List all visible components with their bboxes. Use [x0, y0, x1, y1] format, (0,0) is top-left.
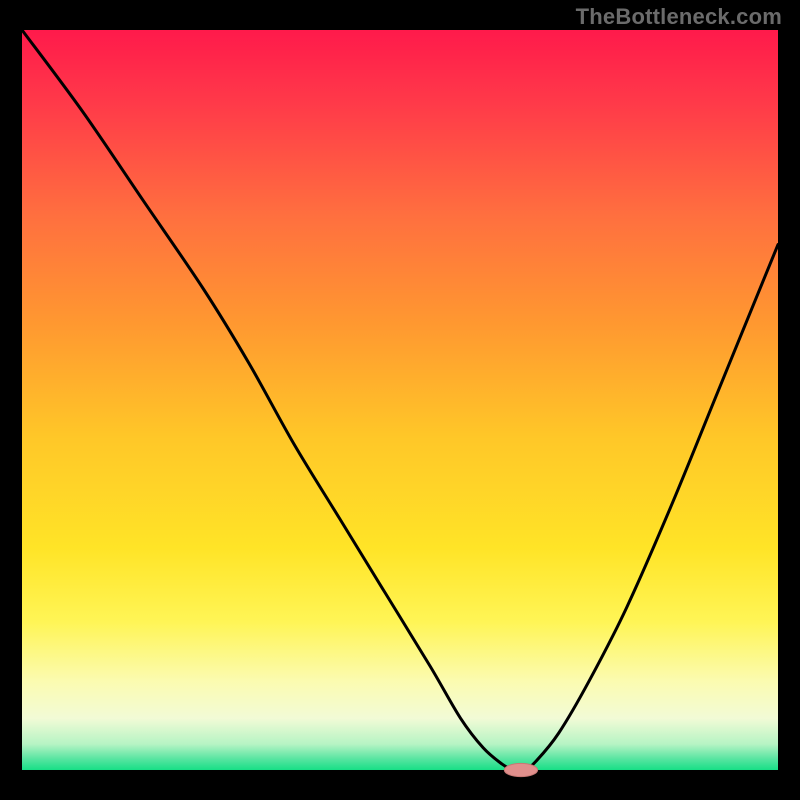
chart-frame: { "watermark": "TheBottleneck.com", "col…: [0, 0, 800, 800]
bottleneck-chart: [0, 0, 800, 800]
gradient-background: [22, 30, 778, 770]
optimal-point-marker: [504, 763, 537, 776]
